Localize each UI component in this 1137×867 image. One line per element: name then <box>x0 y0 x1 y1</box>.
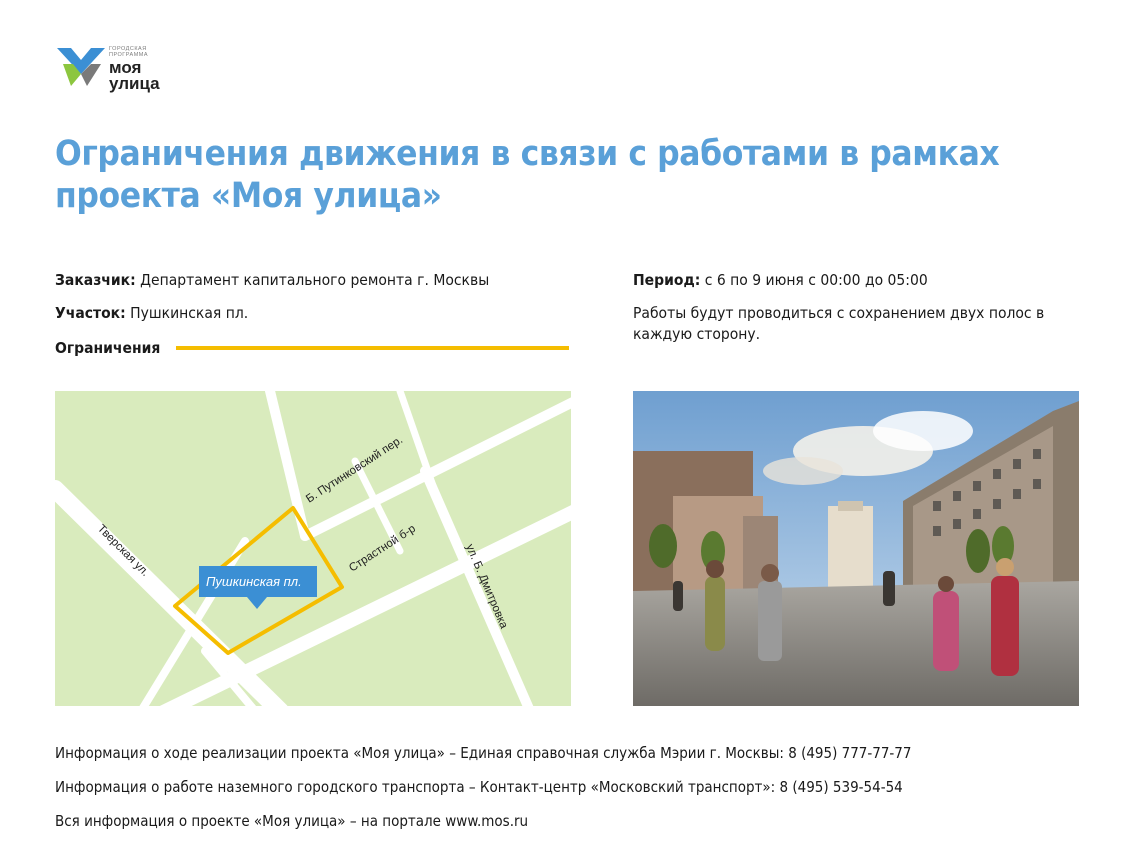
customer-info: Заказчик: Департамент капитального ремон… <box>55 270 489 290</box>
area-map: Тверская ул. Б. Путинковский пер. Страст… <box>55 391 571 706</box>
marker-pointer-icon <box>247 597 267 609</box>
period-value: с 6 по 9 июня с 00:00 до 05:00 <box>704 271 928 289</box>
customer-label: Заказчик: <box>55 271 136 289</box>
section-label: Участок: <box>55 304 126 322</box>
period-label: Период: <box>633 271 701 289</box>
marker-label: Пушкинская пл. <box>206 574 302 589</box>
period-info: Период: с 6 по 9 июня с 00:00 до 05:00 <box>633 270 928 290</box>
section-info: Участок: Пушкинская пл. <box>55 303 248 323</box>
location-marker: Пушкинская пл. <box>199 566 317 609</box>
label-strastnoy: Страстной б-р <box>347 523 418 575</box>
street-photo-illustration <box>633 391 1079 706</box>
logo-wordmark: моя улица <box>109 59 160 93</box>
logo-eyebrow: ГОРОДСКАЯ ПРОГРАММА <box>109 46 149 58</box>
label-tverskaya: Тверская ул. <box>95 523 151 579</box>
restrictions-divider <box>176 346 569 350</box>
footer-info-line-3: Вся информация о проекте «Моя улица» – н… <box>55 812 529 830</box>
footer-info-line-2: Информация о работе наземного городского… <box>55 778 903 796</box>
restrictions-label: Ограничения <box>55 339 161 357</box>
street-photo <box>633 391 1079 706</box>
works-note: Работы будут проводиться с сохранением д… <box>633 304 1045 343</box>
logo-mark-icon <box>57 48 105 86</box>
road-strastnoy <box>159 505 571 706</box>
page-title: Ограничения движения в связи с работами … <box>55 134 1000 216</box>
logo: ГОРОДСКАЯ ПРОГРАММА моя улица <box>57 44 192 94</box>
map-roads <box>55 391 571 706</box>
section-value: Пушкинская пл. <box>130 304 249 322</box>
map-canvas: Тверская ул. Б. Путинковский пер. Страст… <box>55 391 571 706</box>
footer-info-line-1: Информация о ходе реализации проекта «Мо… <box>55 744 912 762</box>
logo-line2: улица <box>109 74 160 93</box>
customer-value: Департамент капитального ремонта г. Моск… <box>140 271 490 289</box>
